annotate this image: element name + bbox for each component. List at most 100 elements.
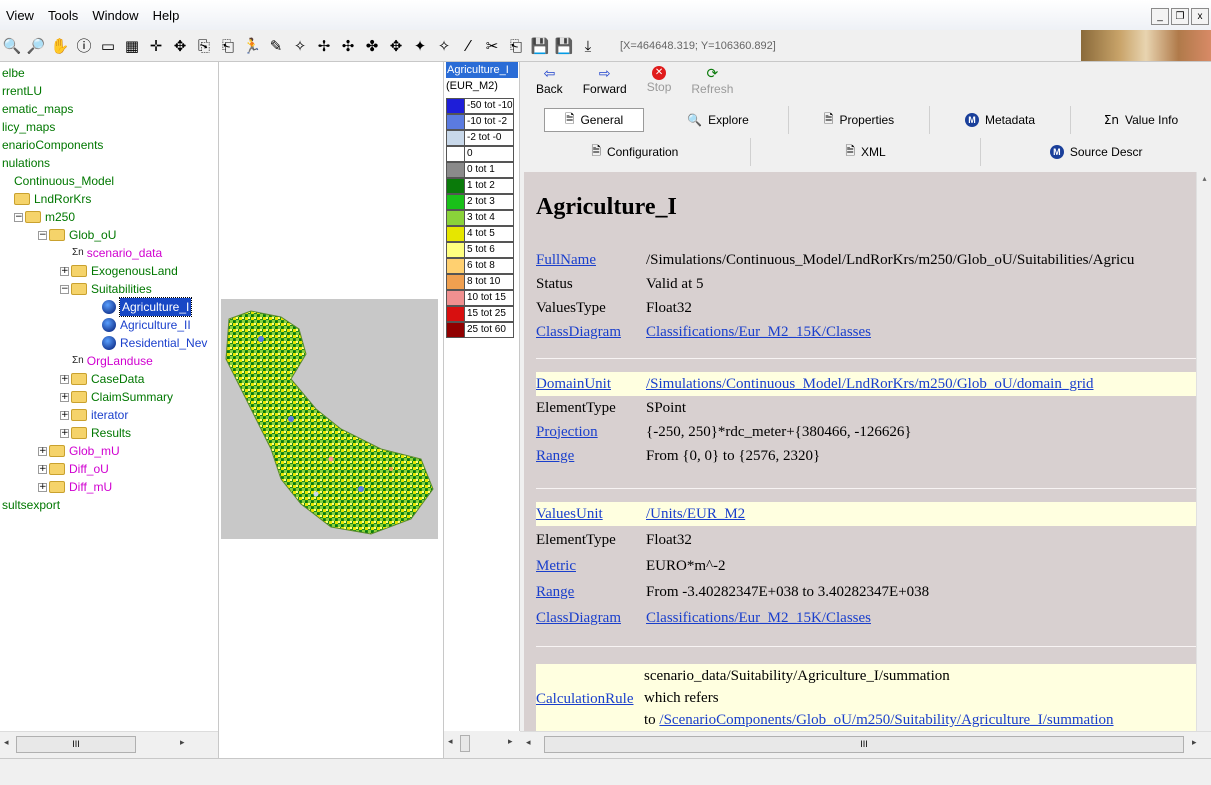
tab-explore[interactable]: 🔍 Explore [648, 106, 789, 134]
back-button[interactable]: ⇦ Back [536, 62, 563, 96]
scroll-left-icon[interactable]: ◂ [448, 737, 453, 747]
crosshair-icon[interactable]: ✛ [146, 36, 166, 56]
tree-item[interactable]: rrentLU [2, 82, 42, 100]
line-icon[interactable]: ⁄ [458, 36, 478, 56]
brush-icon[interactable]: ✎ [266, 36, 286, 56]
scroll-thumb[interactable]: III [16, 736, 136, 753]
tree-item[interactable]: + Results [60, 424, 131, 442]
stop-button[interactable]: ✕ Stop [647, 62, 671, 94]
tree-item[interactable]: Continuous_Model [14, 172, 114, 190]
tree-item[interactable]: − m250 [14, 208, 75, 226]
tree-item-selected[interactable]: Agriculture_I [102, 297, 193, 317]
expand-icon[interactable]: + [38, 464, 47, 474]
reference-link[interactable]: /ScenarioComponents/Glob_oU/m250/Suitabi… [659, 712, 1113, 728]
tab-source-descr[interactable]: M Source Descr [981, 138, 1211, 166]
expand-icon[interactable]: + [60, 428, 69, 438]
pan-hand-icon[interactable]: ✋ [50, 36, 70, 56]
legend-entry[interactable]: 0 [446, 146, 514, 162]
table-icon[interactable]: ▦ [122, 36, 142, 56]
tree-item[interactable]: + ClaimSummary [60, 388, 173, 406]
zoom-in-icon[interactable]: 🔎 [26, 36, 46, 56]
legend-entry[interactable]: -10 tot -2 [446, 114, 514, 130]
tree-item[interactable]: + CaseData [60, 370, 144, 388]
node-icon[interactable]: ✧ [290, 36, 310, 56]
menu-window[interactable]: Window [86, 8, 146, 23]
tree-item[interactable]: nulations [2, 154, 50, 172]
legend-title[interactable]: Agriculture_I [446, 62, 518, 78]
expand-icon[interactable]: + [38, 446, 47, 456]
tab-configuration[interactable]: 🗎 Configuration [520, 138, 751, 166]
legend-entry[interactable]: 3 tot 4 [446, 210, 514, 226]
collapse-icon[interactable]: − [60, 284, 69, 294]
legend-entry[interactable]: 4 tot 5 [446, 226, 514, 242]
tree-item[interactable]: Σn OrgLanduse [72, 352, 153, 370]
expand-icon[interactable]: + [60, 410, 69, 420]
legend-entry[interactable]: 15 tot 25 [446, 306, 514, 322]
tab-xml[interactable]: 🗎 XML [751, 138, 982, 166]
tree-item[interactable]: + Diff_oU [38, 460, 109, 478]
legend-entry[interactable]: -50 tot -10 [446, 98, 514, 114]
scroll-thumb[interactable]: III [544, 736, 1184, 753]
collapse-icon[interactable]: − [14, 212, 23, 222]
expand-icon[interactable]: + [38, 482, 47, 492]
forward-button[interactable]: ⇨ Forward [583, 62, 627, 96]
tree-item[interactable]: elbe [2, 64, 25, 82]
legend-entry[interactable]: 1 tot 2 [446, 178, 514, 194]
info-icon[interactable]: ⓘ [74, 36, 94, 56]
scroll-left-icon[interactable]: ◂ [4, 738, 9, 748]
tree-item[interactable]: Residential_Nev [102, 334, 207, 352]
tree-item[interactable]: licy_maps [2, 118, 55, 136]
scroll-thumb[interactable] [460, 735, 470, 752]
refresh-button[interactable]: ⟳ Refresh [691, 62, 733, 96]
legend-entry[interactable]: -2 tot -0 [446, 130, 514, 146]
move-icon[interactable]: ✥ [170, 36, 190, 56]
scroll-up-icon[interactable]: ▴ [1197, 174, 1211, 183]
tab-value-info[interactable]: Σn Value Info [1071, 106, 1211, 134]
map-canvas[interactable] [221, 299, 438, 539]
save-as-icon[interactable]: 💾 [554, 36, 574, 56]
tree-item[interactable]: Agriculture_II [102, 316, 191, 334]
legend-entry[interactable]: 6 tot 8 [446, 258, 514, 274]
legend-entry[interactable]: 25 tot 60 [446, 322, 514, 338]
tree-item[interactable]: − Suitabilities [60, 280, 152, 298]
tree-item[interactable]: + ExogenousLand [60, 262, 178, 280]
tab-properties[interactable]: 🗎 Properties [789, 106, 930, 134]
detail-horizontal-scrollbar[interactable]: ◂ III ▸ [520, 731, 1211, 758]
fullname-link[interactable]: FullName [536, 252, 646, 269]
legend-entry[interactable]: 8 tot 10 [446, 274, 514, 290]
menu-tools[interactable]: Tools [42, 8, 86, 23]
node-move-icon[interactable]: ✤ [362, 36, 382, 56]
select-rect-icon[interactable]: ▭ [98, 36, 118, 56]
classdiagram-value-link[interactable]: Classifications/Eur_M2_15K/Classes [646, 610, 871, 627]
tree-horizontal-scrollbar[interactable]: ◂ III ▸ [0, 731, 218, 758]
tree-item[interactable]: + Glob_mU [38, 442, 120, 460]
zoom-out-icon[interactable]: 🔍 [2, 36, 22, 56]
paste-icon[interactable]: ⎗ [218, 36, 238, 56]
classdiagram-link[interactable]: ClassDiagram [536, 324, 646, 341]
copy-icon[interactable]: ⎘ [194, 36, 214, 56]
cut-icon[interactable]: ✂ [482, 36, 502, 56]
valuesunit-link[interactable]: ValuesUnit [536, 506, 646, 523]
scroll-right-icon[interactable]: ▸ [1192, 738, 1197, 748]
classdiagram-value-link[interactable]: Classifications/Eur_M2_15K/Classes [646, 324, 871, 341]
tree-item[interactable]: sultsexport [2, 496, 60, 514]
paste-feature-icon[interactable]: ⎗ [506, 36, 526, 56]
close-button[interactable]: x [1191, 8, 1209, 25]
expand-icon[interactable]: + [60, 374, 69, 384]
range-link[interactable]: Range [536, 448, 646, 465]
expand-icon[interactable]: + [60, 266, 69, 276]
classdiagram-link[interactable]: ClassDiagram [536, 610, 646, 627]
tab-metadata[interactable]: M Metadata [930, 106, 1071, 134]
tree-item[interactable]: + iterator [60, 406, 128, 424]
legend-entry[interactable]: 0 tot 1 [446, 162, 514, 178]
tree-item[interactable]: ematic_maps [2, 100, 73, 118]
collapse-icon[interactable]: − [38, 230, 47, 240]
vertex-add-icon[interactable]: ✧ [434, 36, 454, 56]
expand-icon[interactable]: + [60, 392, 69, 402]
overview-map-thumbnail[interactable] [1081, 30, 1211, 61]
scroll-right-icon[interactable]: ▸ [508, 737, 513, 747]
tab-general[interactable]: 🗎 General [544, 108, 644, 132]
valuesunit-value-link[interactable]: /Units/EUR_M2 [646, 506, 745, 523]
tree-item[interactable]: enarioComponents [2, 136, 103, 154]
minimize-button[interactable]: _ [1151, 8, 1169, 25]
